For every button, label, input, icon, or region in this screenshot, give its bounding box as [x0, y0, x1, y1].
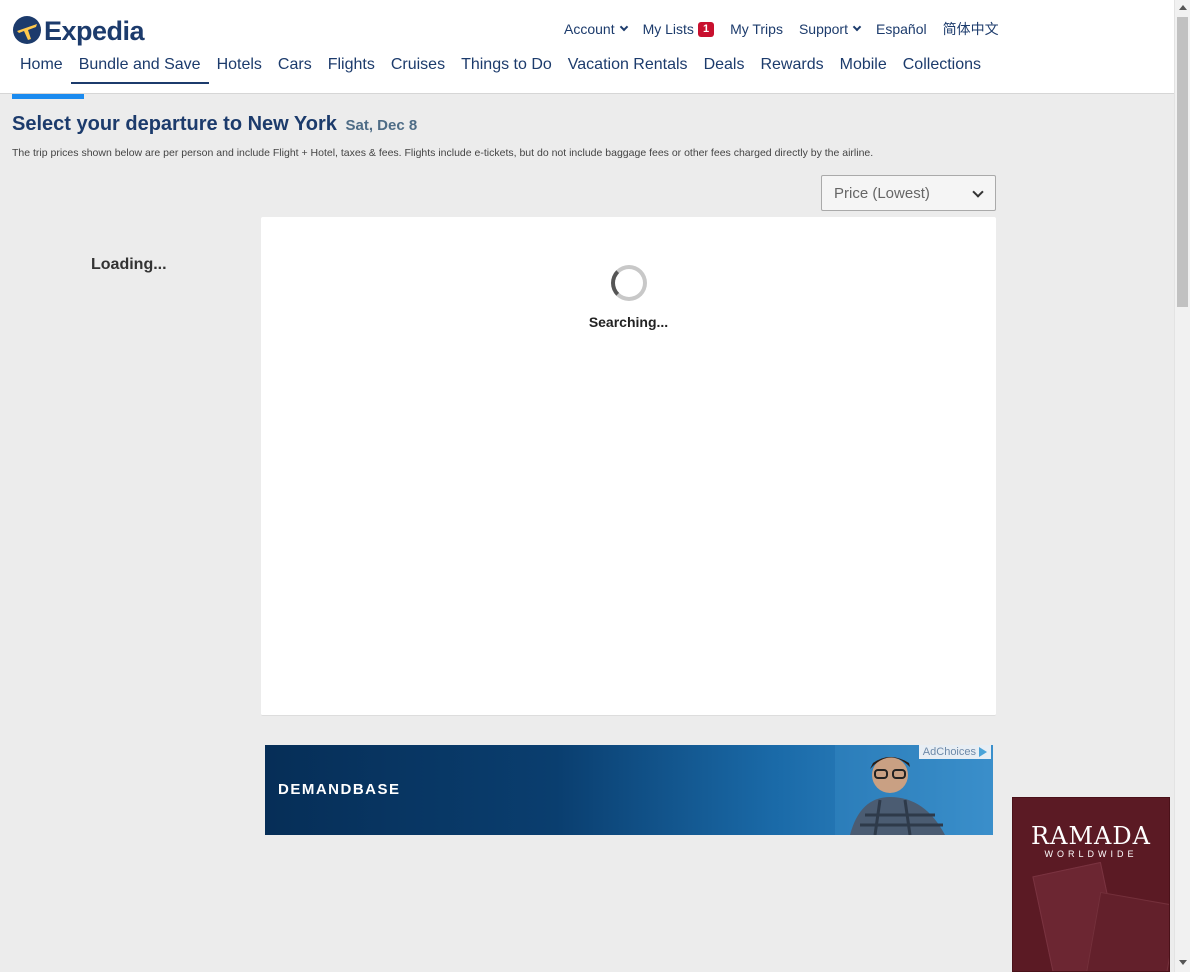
- scroll-up-arrow-icon[interactable]: [1179, 5, 1187, 10]
- expedia-logo[interactable]: Expedia: [12, 12, 145, 47]
- support-menu[interactable]: Support: [799, 21, 862, 37]
- sort-select[interactable]: Price (Lowest): [821, 175, 996, 211]
- chevron-down-icon: [619, 22, 628, 32]
- side-ad-brand: RAMADA: [1031, 822, 1151, 850]
- ramada-side-ad[interactable]: RAMADA WORLDWIDE: [1012, 797, 1170, 972]
- language-espanol-link[interactable]: Español: [876, 21, 927, 37]
- ad-brand-text: DEMANDBASE: [278, 781, 401, 798]
- results-panel: Searching...: [261, 217, 996, 716]
- page-scrollbar[interactable]: [1174, 0, 1190, 972]
- sort-selected-value: Price (Lowest): [834, 184, 930, 202]
- adchoices-icon: [979, 747, 987, 757]
- chevron-down-icon: [972, 186, 984, 198]
- nav-hotels[interactable]: Hotels: [209, 56, 270, 84]
- nav-cars[interactable]: Cars: [270, 56, 320, 84]
- nav-flights[interactable]: Flights: [320, 56, 383, 84]
- lists-count-badge: 1: [697, 21, 715, 37]
- main-nav: Home Bundle and Save Hotels Cars Flights…: [12, 56, 989, 84]
- nav-cruises[interactable]: Cruises: [383, 56, 453, 84]
- utility-nav: Account My Lists 1 My Trips Support Españ…: [564, 19, 1015, 39]
- searching-status: Searching...: [588, 314, 669, 330]
- globe-plane-icon: [13, 15, 41, 44]
- adchoices-link[interactable]: AdChoices: [918, 745, 991, 759]
- chevron-down-icon: [852, 22, 862, 32]
- brand-name: Expedia: [44, 16, 145, 46]
- my-trips-link[interactable]: My Trips: [730, 21, 783, 37]
- filters-loading-text: Loading...: [91, 256, 167, 273]
- scroll-down-arrow-icon[interactable]: [1179, 960, 1187, 965]
- nav-mobile[interactable]: Mobile: [832, 56, 895, 84]
- my-lists-link[interactable]: My Lists 1: [643, 21, 715, 37]
- scroll-thumb[interactable]: [1177, 17, 1188, 307]
- nav-things-to-do[interactable]: Things to Do: [453, 56, 560, 84]
- price-disclaimer: The trip prices shown below are per pers…: [12, 147, 874, 159]
- nav-collections[interactable]: Collections: [895, 56, 989, 84]
- language-chinese-link[interactable]: 简体中文: [943, 19, 999, 39]
- progress-indicator: [12, 94, 84, 99]
- page-title: Select your departure to New York Sat, D…: [12, 113, 417, 136]
- side-ad-subtitle: WORLDWIDE: [1044, 849, 1138, 859]
- nav-deals[interactable]: Deals: [696, 56, 753, 84]
- loading-spinner-icon: [611, 265, 647, 301]
- nav-bundle-and-save[interactable]: Bundle and Save: [70, 56, 209, 84]
- nav-home[interactable]: Home: [12, 56, 71, 84]
- nav-rewards[interactable]: Rewards: [752, 56, 831, 84]
- demandbase-ad-banner[interactable]: DEMANDBASE AdChoices: [265, 745, 993, 835]
- departure-date: Sat, Dec 8: [345, 117, 418, 134]
- nav-vacation-rentals[interactable]: Vacation Rentals: [560, 56, 696, 84]
- site-header: Expedia Account My Lists 1 My Trips Suppo…: [0, 0, 1174, 94]
- account-menu[interactable]: Account: [564, 21, 628, 37]
- page-title-text: Select your departure to New York: [12, 113, 337, 135]
